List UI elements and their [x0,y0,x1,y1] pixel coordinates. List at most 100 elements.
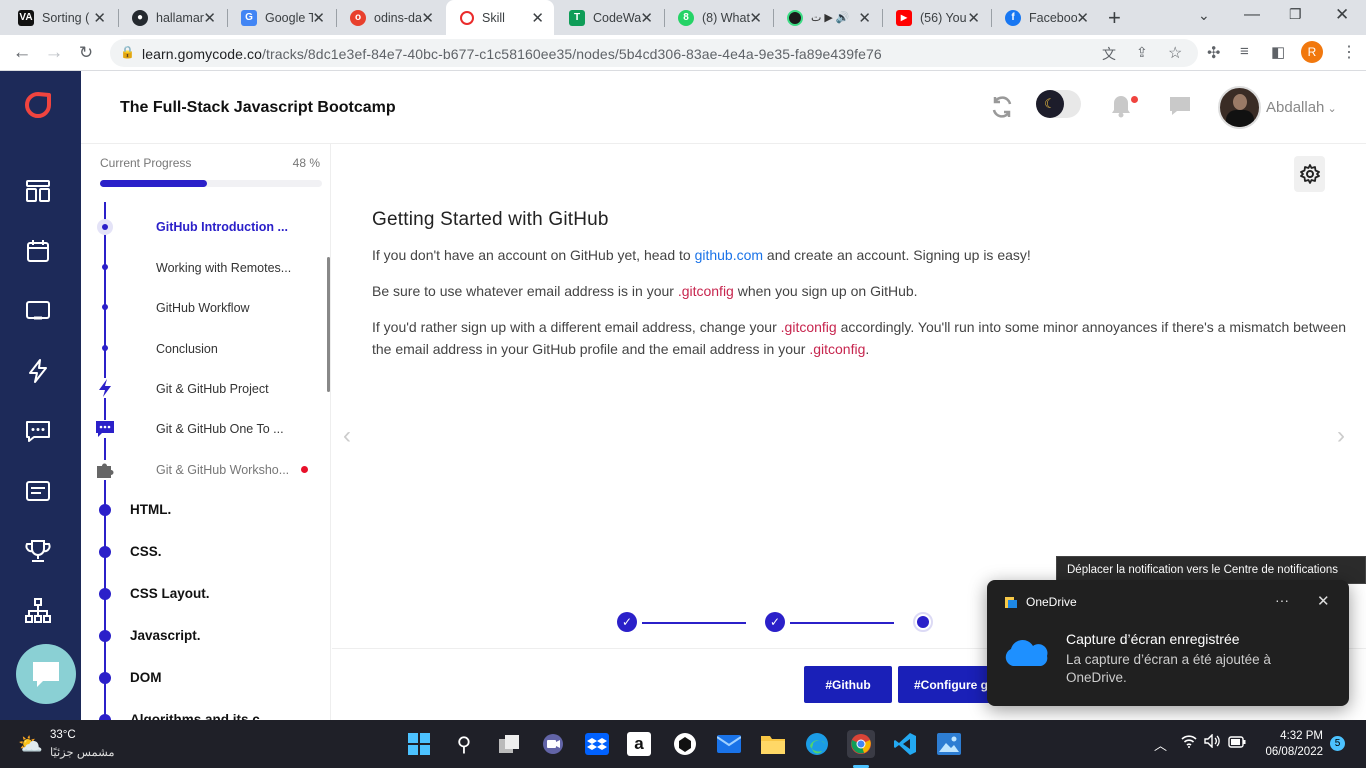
step-current[interactable] [913,612,933,632]
battery-icon[interactable] [1228,735,1246,753]
tab-skill-active[interactable]: Skill ✕ [446,0,554,35]
tab-github[interactable]: ● hallamar ✕ [118,0,226,35]
lightning-icon[interactable] [24,357,52,385]
module-javascript[interactable]: Javascript. [130,628,201,643]
wifi-icon[interactable] [1181,734,1197,751]
module-css[interactable]: CSS. [130,544,162,559]
calendar-icon[interactable] [24,237,52,265]
close-tab-icon[interactable]: ✕ [203,9,216,27]
profile-avatar[interactable]: R [1301,41,1323,63]
close-icon[interactable]: ✕ [1317,592,1330,610]
close-tab-icon[interactable]: ✕ [421,9,434,27]
restore-button[interactable]: ❐ [1289,6,1302,23]
chrome-browser-icon[interactable] [847,730,875,758]
module-algorithms[interactable]: Algorithms and its c... [130,712,271,720]
close-tab-icon[interactable]: ✕ [967,9,980,27]
hierarchy-icon[interactable] [24,597,52,625]
file-explorer-icon[interactable] [759,730,787,758]
close-tab-icon[interactable]: ✕ [749,9,762,27]
app-hexagon-icon[interactable] [671,730,699,758]
tab-sorting[interactable]: VA Sorting ( ✕ [4,0,116,35]
tab-google-translate[interactable]: G Google T ✕ [227,0,335,35]
close-tab-icon[interactable]: ✕ [531,9,544,27]
laptop-icon[interactable] [24,297,52,325]
previous-arrow-icon[interactable]: ‹ [343,422,351,450]
outline-item-github-introduction[interactable]: GitHub Introduction ... [156,220,288,234]
close-tab-icon[interactable]: ✕ [312,9,325,27]
step-complete-check-icon[interactable]: ✓ [617,612,637,632]
system-clock[interactable]: 4:32 PM 06/08/2022 [1252,728,1323,760]
weather-temperature[interactable]: 33°C [50,729,76,741]
tab-whatsapp[interactable]: 8 (8) What ✕ [664,0,772,35]
close-window-button[interactable]: ✕ [1335,5,1349,25]
module-css-layout[interactable]: CSS Layout. [130,586,210,601]
dropbox-icon[interactable] [583,730,611,758]
github-link[interactable]: github.com [695,247,763,263]
teams-chat-icon[interactable] [539,730,567,758]
windows-start-icon[interactable] [405,730,433,758]
mail-icon[interactable] [715,730,743,758]
close-tab-icon[interactable]: ✕ [93,9,106,27]
address-bar[interactable]: 🔒 learn.gomycode.co/tracks/8dc1e3ef-84e7… [110,39,1198,67]
media-control-icon[interactable]: ≡ [1240,43,1249,60]
new-tab-button[interactable]: + [1108,5,1121,31]
more-options-icon[interactable]: ··· [1275,592,1289,608]
dark-mode-toggle[interactable]: ☾ [1036,90,1081,118]
module-dom[interactable]: DOM [130,670,162,685]
notification-bell-icon[interactable] [1110,94,1132,118]
outline-item-working-with-remotes[interactable]: Working with Remotes... [156,261,291,275]
close-tab-icon[interactable]: ✕ [640,9,653,27]
back-button[interactable]: ← [10,41,34,65]
chat-icon[interactable] [24,417,52,445]
share-icon[interactable]: ⇪ [1136,44,1148,61]
tab-codewars[interactable]: T CodeWa ✕ [555,0,663,35]
trophy-icon[interactable] [24,537,52,565]
dashboard-icon[interactable] [24,177,52,205]
search-icon[interactable]: ⚲ [450,730,478,758]
task-view-icon[interactable] [495,730,523,758]
sidebar-scrollbar[interactable] [327,257,330,392]
outline-item-git-github-project[interactable]: Git & GitHub Project [156,382,269,396]
user-avatar[interactable] [1218,86,1261,129]
outline-item-github-workflow[interactable]: GitHub Workflow [156,301,250,315]
next-arrow-icon[interactable]: › [1337,422,1345,450]
side-panel-icon[interactable]: ◧ [1271,43,1285,61]
edge-browser-icon[interactable] [803,730,831,758]
outline-item-git-github-workshop[interactable]: Git & GitHub Worksho... [156,463,289,477]
reload-button[interactable]: ↻ [74,41,98,65]
tab-odins[interactable]: o odins-da ✕ [336,0,444,35]
photos-icon[interactable] [935,730,963,758]
gomycode-logo-icon[interactable] [24,91,52,119]
close-tab-icon[interactable]: ✕ [1076,9,1089,27]
show-hidden-icons-chevron-icon[interactable]: ︿ [1154,735,1167,754]
tab-youtube[interactable]: ▶ (56) You ✕ [882,0,990,35]
close-tab-icon[interactable]: ✕ [858,9,871,27]
translate-icon[interactable]: 文 [1102,44,1116,64]
notification-center-badge[interactable]: 5 [1330,736,1345,751]
minimize-button[interactable]: — [1244,6,1260,24]
username[interactable]: Abdallah ⌄ [1266,99,1337,116]
tab-search-chevron-icon[interactable]: ⌄ [1198,7,1210,24]
lock-icon[interactable]: 🔒 [120,45,135,59]
outline-item-conclusion[interactable]: Conclusion [156,342,218,356]
weather-sun-cloud-icon[interactable]: ⛅ [18,732,43,757]
messages-icon[interactable] [1169,95,1191,117]
tab-facebook[interactable]: f Faceboo ✕ [991,0,1099,35]
volume-icon[interactable] [1204,733,1220,753]
support-chat-button[interactable] [16,644,76,704]
document-icon[interactable] [24,477,52,505]
settings-button[interactable] [1294,156,1325,192]
bookmark-star-icon[interactable]: ☆ [1168,43,1182,63]
onedrive-notification[interactable]: OneDrive ··· ✕ Capture d’écran enregistr… [987,580,1349,706]
tab-media[interactable]: ت ▶ 🔊 ✕ [773,0,881,35]
weather-description[interactable]: مشمس جزئيًا [50,745,115,759]
sync-icon[interactable] [990,95,1014,119]
module-html[interactable]: HTML. [130,502,171,517]
step-complete-check-icon[interactable]: ✓ [765,612,785,632]
extensions-icon[interactable]: ✣ [1207,43,1220,63]
tag-github-button[interactable]: #Github [804,666,892,703]
menu-kebab-icon[interactable]: ⋮ [1341,42,1357,62]
forward-button[interactable]: → [42,41,66,65]
vscode-icon[interactable] [891,730,919,758]
amazon-icon[interactable]: a [627,732,651,756]
